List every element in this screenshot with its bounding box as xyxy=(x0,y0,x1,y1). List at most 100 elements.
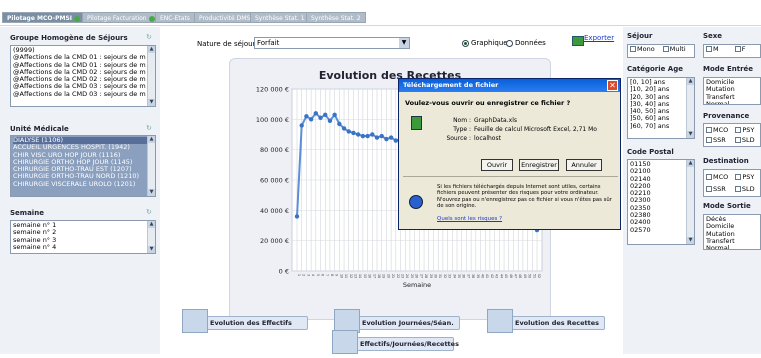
prov-sld-label: SLD xyxy=(741,136,755,144)
source-label: Source : xyxy=(446,135,471,142)
sejour-box: Mono Multi xyxy=(627,44,695,58)
x-tick-label: 46 xyxy=(509,274,513,278)
data-point xyxy=(323,112,328,117)
x-tick-label: 27 xyxy=(419,274,423,278)
tab-synthese-2[interactable]: Synthèse Stat. 2 xyxy=(306,12,366,23)
grid-icon xyxy=(332,330,358,354)
list-item[interactable]: Transfert Normal xyxy=(706,93,758,104)
scroll-down-icon[interactable]: ▼ xyxy=(148,189,155,196)
tab-pilotage-facturation[interactable]: Pilotage Facturation xyxy=(82,12,160,23)
x-tick-label: 7 xyxy=(325,274,329,276)
y-tick-label: 80 000 € xyxy=(260,146,289,154)
scroll-down-icon[interactable]: ▼ xyxy=(687,237,694,244)
x-tick-label: 26 xyxy=(415,274,419,278)
radio-graph[interactable] xyxy=(462,40,469,47)
scroll-down-icon[interactable]: ▼ xyxy=(687,131,694,138)
sexe-title: Sexe xyxy=(703,32,723,40)
checkbox-dest-psy[interactable] xyxy=(735,174,742,180)
excel-icon[interactable] xyxy=(572,36,584,46)
list-item[interactable]: 02570 xyxy=(630,226,692,234)
list-item[interactable]: Transfert Normal xyxy=(706,237,758,249)
x-tick-label: 5 xyxy=(316,274,320,276)
shield-icon xyxy=(409,195,423,209)
x-tick-label: 39 xyxy=(476,274,480,278)
cancel-button[interactable]: Annuler xyxy=(566,159,602,171)
age-list[interactable]: [0, 10] ans ]10, 20] ans ]20, 30] ans ]3… xyxy=(627,77,695,139)
nature-select[interactable]: Forfait ▼ xyxy=(254,37,410,49)
data-point xyxy=(341,126,347,131)
sexe-f-label: F xyxy=(741,45,746,53)
ghs-list[interactable]: (9999) @Affections de la CMD 01 : sejour… xyxy=(10,45,156,107)
refresh-icon[interactable]: ↻ xyxy=(146,124,152,132)
tab-bar: Pilotage MCO-PMSI Pilotage Facturation E… xyxy=(0,0,761,26)
dest-psy-label: PSY xyxy=(742,173,755,181)
checkbox-m[interactable] xyxy=(706,46,712,52)
chevron-down-icon[interactable]: ▼ xyxy=(399,38,409,48)
tab-productivite-dms[interactable]: Productivité DMS xyxy=(194,12,256,23)
checkbox-prov-mco[interactable] xyxy=(706,127,712,133)
list-item[interactable]: CHIRURGIE VISCERALE UROLO (1201) xyxy=(13,180,153,188)
scroll-up-icon[interactable]: ▲ xyxy=(687,160,694,167)
checkbox-multi[interactable] xyxy=(662,46,669,52)
unite-title-text: Unité Médicale xyxy=(10,125,69,133)
scrollbar[interactable]: ▲ ▼ xyxy=(147,221,155,253)
cp-list[interactable]: 01150 02100 02140 02200 02210 02300 0235… xyxy=(627,159,695,245)
list-item[interactable]: semaine n° 4 xyxy=(13,243,153,251)
radio-dot-icon xyxy=(464,42,467,45)
mode-entree-title: Mode Entrée xyxy=(703,65,754,73)
checkbox-mono[interactable] xyxy=(630,46,636,52)
x-tick-label: 3 xyxy=(306,274,310,276)
scroll-up-icon[interactable]: ▲ xyxy=(148,221,155,228)
checkbox-dest-mco[interactable] xyxy=(706,174,712,180)
data-point xyxy=(337,121,342,127)
scroll-up-icon[interactable]: ▲ xyxy=(687,78,694,85)
checkbox-dest-sld[interactable] xyxy=(734,186,741,192)
data-point xyxy=(365,133,370,139)
scroll-down-icon[interactable]: ▼ xyxy=(148,99,155,106)
risks-link[interactable]: Quels sont les risques ? xyxy=(437,216,502,222)
effectifs-button[interactable]: Evolution des Effectifs xyxy=(180,309,308,333)
export-link[interactable]: Exporter xyxy=(584,34,614,42)
tab-synthese-1[interactable]: Synthèse Stat. 1 xyxy=(250,12,310,23)
x-tick-label: 21 xyxy=(391,274,395,278)
radio-data[interactable] xyxy=(506,40,513,47)
recettes-button[interactable]: Evolution des Recettes xyxy=(485,309,605,333)
combined-button[interactable]: Effectifs/Journées/Recettes xyxy=(330,330,459,354)
refresh-icon[interactable]: ↻ xyxy=(146,33,152,41)
list-item[interactable]: ]60, 70] ans xyxy=(630,122,692,130)
x-tick-label: 1 xyxy=(297,274,301,276)
checkbox-dest-ssr[interactable] xyxy=(706,186,712,192)
checkbox-f[interactable] xyxy=(734,46,741,52)
scroll-up-icon[interactable]: ▲ xyxy=(148,136,155,143)
x-tick-label: 30 xyxy=(433,274,437,278)
refresh-icon[interactable]: ↻ xyxy=(146,208,152,216)
x-tick-label: 14 xyxy=(358,274,362,278)
scrollbar[interactable]: ▲ ▼ xyxy=(147,136,155,196)
mode-sortie-list[interactable]: Décès Domicile Mutation Transfert Normal xyxy=(703,214,761,250)
checkbox-prov-psy[interactable] xyxy=(735,127,742,133)
unite-list[interactable]: DIALYSE (1106) ACCUEIL URGENCES HOSPIT. … xyxy=(10,135,156,197)
checkbox-prov-ssr[interactable] xyxy=(706,137,712,143)
scroll-down-icon[interactable]: ▼ xyxy=(148,246,155,253)
scroll-up-icon[interactable]: ▲ xyxy=(148,46,155,53)
data-point xyxy=(313,111,319,116)
checkbox-prov-sld[interactable] xyxy=(734,137,741,143)
tab-pilotage-mco[interactable]: Pilotage MCO-PMSI xyxy=(2,12,86,23)
semaine-list[interactable]: semaine n° 1 semaine n° 2 semaine n° 3 s… xyxy=(10,220,156,254)
x-tick-label: 29 xyxy=(429,274,433,278)
tab-label: Productivité DMS xyxy=(199,15,251,22)
ghs-title: Groupe Homogène de Séjours xyxy=(10,33,128,43)
open-button[interactable]: Ouvrir xyxy=(481,159,513,171)
x-tick-label: 49 xyxy=(523,274,527,278)
close-icon[interactable]: ✕ xyxy=(607,80,618,91)
save-button[interactable]: Enregistrer xyxy=(519,159,559,171)
tab-enc-etats[interactable]: ENC-Etats xyxy=(155,12,195,23)
destination-title: Destination xyxy=(703,157,749,165)
x-tick-label: 25 xyxy=(410,274,414,278)
list-item[interactable]: @Affections de la CMD 03 : sejours de m xyxy=(13,90,153,98)
scrollbar[interactable]: ▲ ▼ xyxy=(686,78,694,138)
mode-entree-list[interactable]: Domicile Mutation Transfert Normal xyxy=(703,77,761,105)
scrollbar[interactable]: ▲ ▼ xyxy=(686,160,694,244)
data-point xyxy=(327,118,333,124)
scrollbar[interactable]: ▲ ▼ xyxy=(147,46,155,106)
